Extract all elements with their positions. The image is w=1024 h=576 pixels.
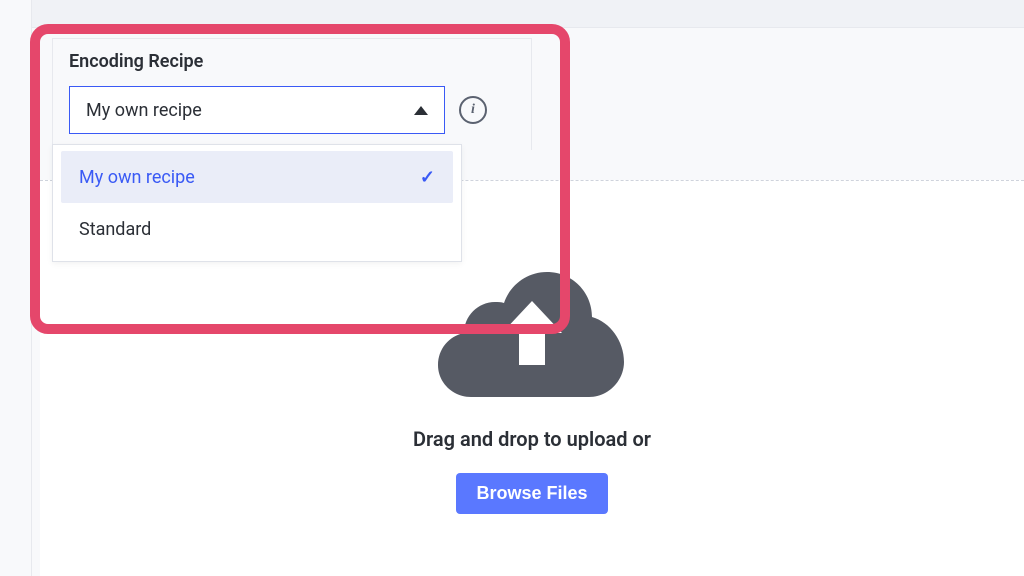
topbar [0, 0, 1024, 28]
encoding-recipe-select-row: My own recipe i [69, 86, 515, 134]
info-icon[interactable]: i [459, 96, 487, 124]
upload-drop-text: Drag and drop to upload or [413, 427, 651, 451]
encoding-recipe-dropdown: My own recipe ✓ Standard [52, 144, 462, 262]
browse-files-button[interactable]: Browse Files [456, 473, 607, 514]
page-root: Drag and drop to upload or Browse Files … [0, 0, 1024, 576]
encoding-recipe-panel: Encoding Recipe My own recipe i [52, 38, 532, 150]
check-icon: ✓ [420, 167, 435, 188]
cloud-upload-icon [432, 257, 632, 397]
dropdown-option-label: My own recipe [79, 167, 195, 188]
encoding-recipe-selected-value: My own recipe [86, 100, 202, 121]
chevron-up-icon [414, 106, 428, 115]
encoding-recipe-header: Encoding Recipe My own recipe i [52, 38, 532, 150]
left-rail [0, 0, 32, 576]
encoding-recipe-label: Encoding Recipe [69, 51, 515, 72]
dropdown-option-standard[interactable]: Standard [61, 203, 453, 255]
dropdown-option-my-own-recipe[interactable]: My own recipe ✓ [61, 151, 453, 203]
encoding-recipe-select[interactable]: My own recipe [69, 86, 445, 134]
dropdown-option-label: Standard [79, 219, 151, 240]
